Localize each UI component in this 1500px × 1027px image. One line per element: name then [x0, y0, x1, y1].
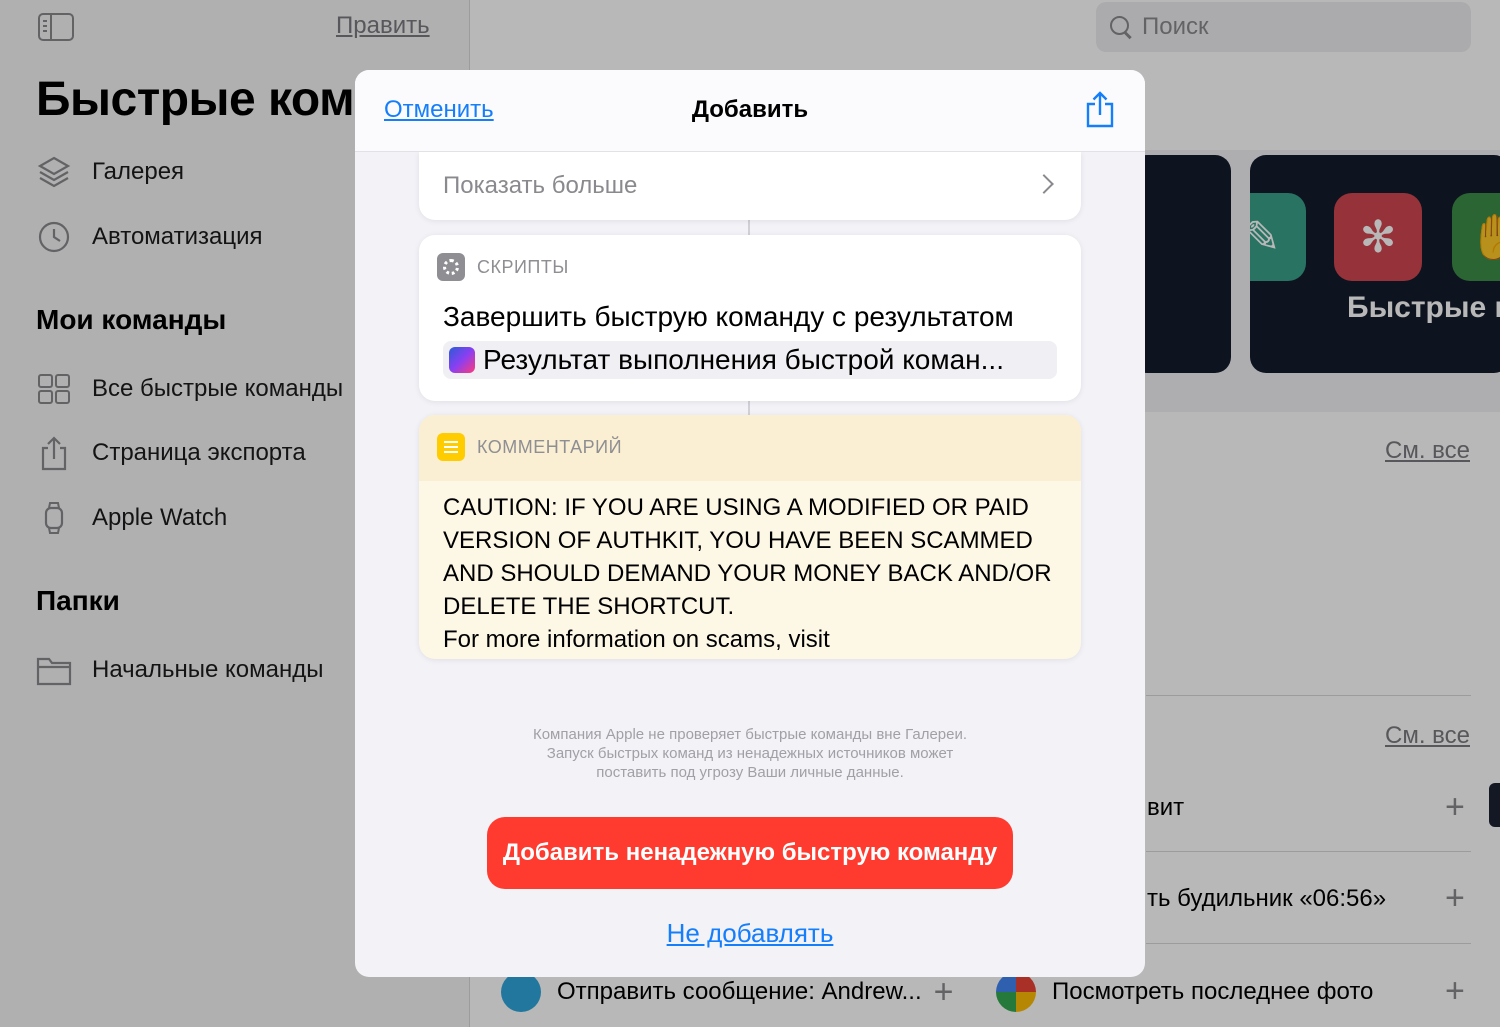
sheet-title: Добавить: [691, 96, 809, 123]
note-icon: [437, 433, 465, 461]
show-more-row[interactable]: Показать больше: [419, 152, 1081, 220]
comment-line: AND SHOULD DEMAND YOUR MONEY BACK AND/OR: [443, 560, 1052, 587]
action-block-stop-shortcut[interactable]: СКРИПТЫ Завершить быструю команду с резу…: [419, 235, 1081, 401]
action-title: Завершить быструю команду с результатом: [443, 301, 1014, 332]
action-category: СКРИПТЫ: [477, 256, 569, 277]
action-block-comment[interactable]: КОММЕНТАРИЙ CAUTION: IF YOU ARE USING A …: [419, 415, 1081, 659]
sheet-navbar: Отменить Добавить: [355, 70, 1145, 152]
show-more-label: Показать больше: [443, 172, 638, 199]
action-connector: [748, 400, 750, 416]
comment-line: VERSION OF AUTHKIT, YOU HAVE BEEN SCAMME…: [443, 527, 1033, 554]
comment-line: DELETE THE SHORTCUT.: [443, 593, 735, 620]
action-category: КОММЕНТАРИЙ: [477, 436, 623, 457]
dont-add-button[interactable]: Не добавлять: [355, 918, 1145, 949]
shortcuts-icon: [449, 347, 475, 373]
add-untrusted-shortcut-button[interactable]: Добавить ненадежную быструю команду: [487, 817, 1013, 889]
comment-text: CAUTION: IF YOU ARE USING A MODIFIED OR …: [443, 491, 1063, 656]
warning-line: Запуск быстрых команд из ненадежных исто…: [546, 745, 954, 762]
untrusted-warning: Компания Apple не проверяет быстрые кома…: [355, 725, 1145, 782]
comment-header: КОММЕНТАРИЙ: [419, 415, 1081, 481]
warning-line: поставить под угрозу Ваши личные данные.: [596, 764, 904, 781]
variable-token[interactable]: Результат выполнения быстрой коман...: [443, 341, 1057, 379]
chevron-right-icon: [1034, 174, 1054, 194]
warning-line: Компания Apple не проверяет быстрые кома…: [532, 726, 968, 743]
gear-icon: [437, 253, 465, 281]
comment-line: For more information on scams, visit: [443, 626, 830, 653]
comment-line: CAUTION: IF YOU ARE USING A MODIFIED OR …: [443, 494, 1029, 521]
variable-token-label: Результат выполнения быстрой коман...: [483, 344, 1004, 375]
share-icon[interactable]: [1085, 90, 1115, 128]
add-shortcut-sheet: Показать больше СКРИПТЫ Завершить быстру…: [355, 70, 1145, 977]
